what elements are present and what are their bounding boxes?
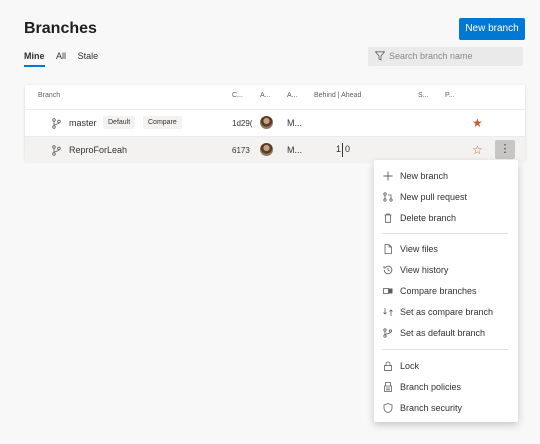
tab-all[interactable]: All <box>56 51 66 65</box>
branch-icon <box>52 118 61 129</box>
table-row[interactable]: master Default Compare 1d29( M... ★ <box>25 109 525 136</box>
avatar <box>260 143 273 156</box>
default-badge: Default <box>103 116 136 129</box>
new-branch-button[interactable]: New branch <box>459 18 525 40</box>
menu-item-set-default-branch[interactable]: Set as default branch <box>374 323 518 343</box>
filter-icon <box>375 51 385 61</box>
branches-table: Branch C... A... A... Behind | Ahead S..… <box>25 85 525 163</box>
trash-icon <box>384 213 392 223</box>
table-row[interactable]: ReproForLeah 6173 M... 1 0 ☆ ⋮ <box>25 136 525 163</box>
menu-separator <box>382 349 508 350</box>
commit-id[interactable]: 1d29( <box>232 119 252 128</box>
behind-ahead-divider <box>342 143 343 157</box>
column-commit[interactable]: C... <box>232 92 243 99</box>
search-input[interactable]: Search branch name <box>368 47 523 66</box>
tab-mine[interactable]: Mine <box>24 51 45 67</box>
menu-item-delete-branch[interactable]: Delete branch <box>374 208 518 228</box>
menu-item-view-history[interactable]: View history <box>374 260 518 280</box>
menu-item-branch-security[interactable]: Branch security <box>374 398 518 418</box>
avatar <box>260 116 273 129</box>
branch-icon <box>383 328 393 338</box>
compare-set-icon <box>383 308 393 316</box>
menu-item-compare-branches[interactable]: Compare branches <box>374 281 518 301</box>
menu-item-branch-policies[interactable]: Branch policies <box>374 377 518 397</box>
branch-name[interactable]: ReproForLeah <box>69 145 127 155</box>
branch-icon <box>52 145 61 156</box>
column-pull-request[interactable]: P... <box>445 92 455 99</box>
shield-icon <box>383 403 393 413</box>
compare-badge: Compare <box>143 116 182 129</box>
column-author[interactable]: A... <box>260 92 271 99</box>
menu-item-lock[interactable]: Lock <box>374 356 518 376</box>
column-behind-ahead[interactable]: Behind | Ahead <box>314 92 361 99</box>
table-header: Branch C... A... A... Behind | Ahead S..… <box>25 85 525 107</box>
page-title: Branches <box>24 20 97 37</box>
file-icon <box>384 244 392 254</box>
menu-separator <box>382 233 508 234</box>
commit-id[interactable]: 6173 <box>232 146 250 155</box>
history-icon <box>383 265 393 275</box>
lock-icon <box>384 361 392 371</box>
branch-name[interactable]: master <box>69 118 97 128</box>
pull-request-icon <box>383 192 393 202</box>
branch-tabs: Mine All Stale <box>24 51 107 67</box>
column-status[interactable]: S... <box>418 92 429 99</box>
more-actions-button[interactable]: ⋮ <box>495 140 515 159</box>
column-branch[interactable]: Branch <box>38 92 60 99</box>
menu-item-new-branch[interactable]: New branch <box>374 166 518 186</box>
branch-context-menu: New branch New pull request Delete branc… <box>374 160 518 422</box>
menu-item-set-compare-branch[interactable]: Set as compare branch <box>374 302 518 322</box>
author-name: M... <box>287 118 302 128</box>
compare-icon <box>383 288 393 294</box>
policy-icon <box>384 382 392 392</box>
behind-count: 1 <box>336 144 342 154</box>
author-name: M... <box>287 145 302 155</box>
menu-item-view-files[interactable]: View files <box>374 239 518 259</box>
favorite-star-filled-icon[interactable]: ★ <box>472 116 483 130</box>
search-placeholder: Search branch name <box>389 51 473 61</box>
menu-item-new-pull-request[interactable]: New pull request <box>374 187 518 207</box>
favorite-star-outline-icon[interactable]: ☆ <box>472 143 483 157</box>
tab-stale[interactable]: Stale <box>78 51 99 65</box>
ahead-count: 0 <box>345 144 351 154</box>
plus-icon <box>383 171 393 181</box>
column-authored[interactable]: A... <box>287 92 298 99</box>
